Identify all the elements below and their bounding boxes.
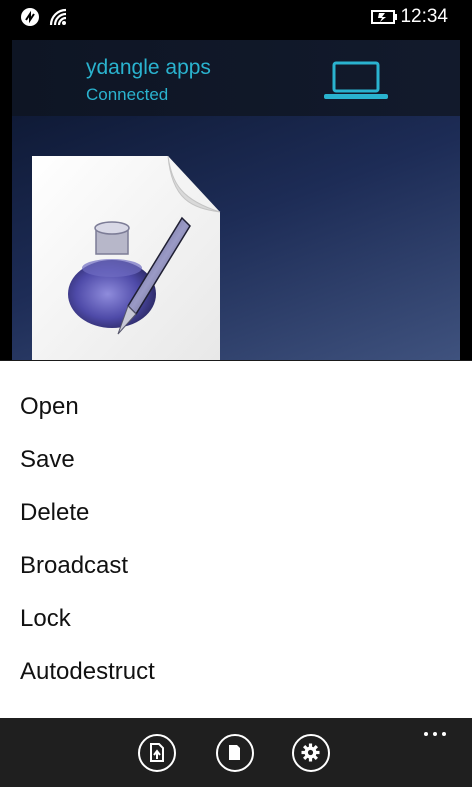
more-options-icon[interactable] (424, 728, 450, 740)
settings-button[interactable] (292, 734, 330, 772)
menu-item-save[interactable]: Save (20, 440, 450, 480)
text-document-icon[interactable] (32, 156, 222, 360)
connection-name: ydangle apps (86, 56, 211, 79)
nfc-icon (21, 8, 39, 26)
page-button[interactable] (216, 734, 254, 772)
connection-header[interactable]: ydangle apps Connected (12, 40, 460, 116)
menu-item-broadcast[interactable]: Broadcast (20, 546, 450, 586)
page-icon (229, 745, 240, 760)
menu-item-autodestruct[interactable]: Autodestruct (20, 652, 450, 692)
menu-item-lock[interactable]: Lock (20, 599, 450, 639)
export-document-icon (150, 743, 164, 762)
app-bar (0, 718, 472, 787)
clock: 12:34 (400, 6, 448, 27)
laptop-icon[interactable] (322, 58, 392, 104)
document-preview-panel (12, 116, 460, 360)
menu-item-delete[interactable]: Delete (20, 493, 450, 533)
connection-status: Connected (86, 85, 169, 104)
wifi-icon (49, 8, 67, 26)
menu-item-open[interactable]: Open (20, 387, 450, 427)
settings-icon (301, 743, 320, 762)
battery-charging-icon (371, 10, 397, 24)
export-document-button[interactable] (138, 734, 176, 772)
status-bar: 12:34 (0, 0, 472, 34)
context-menu: Open Save Delete Broadcast Lock Autodest… (0, 360, 472, 719)
